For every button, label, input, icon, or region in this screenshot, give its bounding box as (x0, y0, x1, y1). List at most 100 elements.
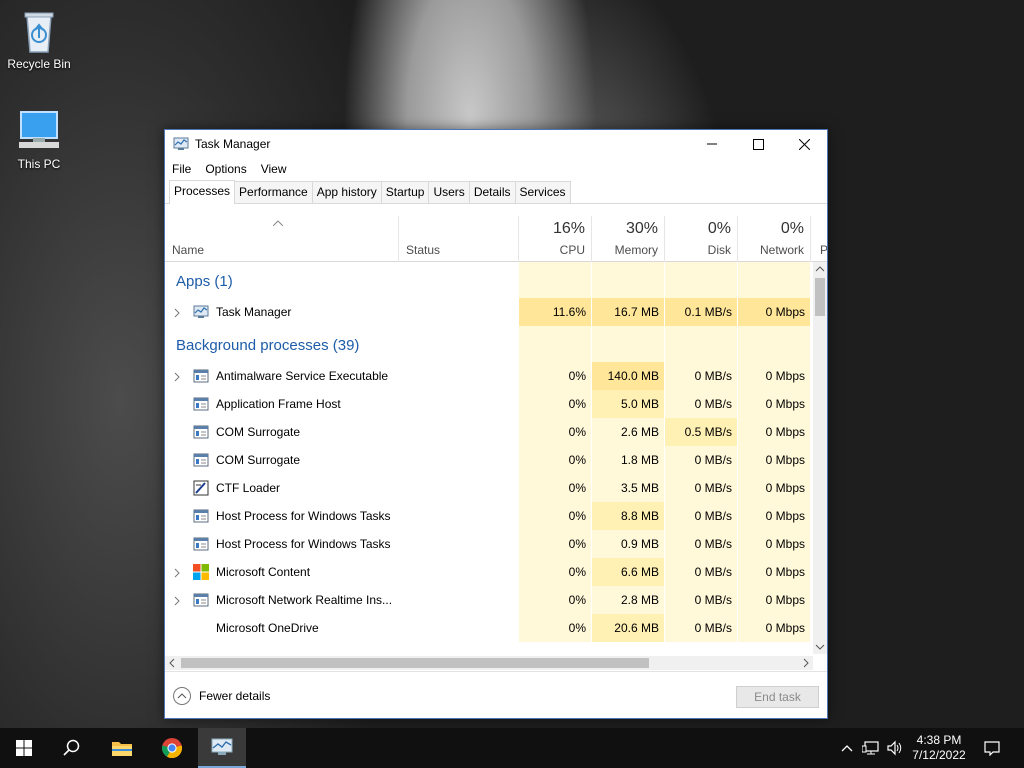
table-row[interactable]: Host Process for Windows Tasks 0% 8.8 MB 0 … (165, 502, 813, 530)
table-row[interactable]: Antimalware Service Executable 0% 140.0 MB… (165, 362, 813, 390)
heat-cell (592, 326, 664, 362)
search-icon (63, 739, 80, 756)
heat-cell (665, 326, 737, 362)
column-label-power-partial: P (820, 243, 827, 257)
expand-chevron-icon[interactable] (174, 558, 180, 586)
process-cpu: 0% (568, 593, 586, 607)
process-network: 0 Mbps (765, 305, 805, 319)
heat-cell (519, 262, 591, 298)
table-row[interactable]: Host Process for Windows Tasks 0% 0.9 MB 0 … (165, 530, 813, 558)
taskbar-clock[interactable]: 4:38 PM 7/12/2022 (906, 733, 972, 763)
process-name: CTF Loader (216, 481, 281, 495)
maximize-icon (752, 138, 764, 150)
chrome-button[interactable] (148, 728, 196, 768)
vertical-scrollbar[interactable] (813, 262, 827, 654)
process-name: COM Surrogate (216, 425, 301, 439)
table-row[interactable]: Task Manager 11.6% 16.7 MB 0.1 MB/s 0 Mbps (165, 298, 813, 326)
service-icon (193, 508, 209, 524)
table-row[interactable]: Microsoft Content 0% 6.6 MB 0 MB/s 0 Mbps (165, 558, 813, 586)
task-manager-taskbar-button[interactable] (198, 728, 246, 768)
column-header-status[interactable]: Status (399, 216, 519, 262)
column-header-network[interactable]: 0% Network (738, 216, 811, 262)
recycle-bin-icon (24, 12, 54, 53)
tab-processes[interactable]: Processes (169, 180, 236, 204)
footer-bar: Fewer details End task (165, 671, 827, 719)
table-row[interactable]: CTF Loader 0% 3.5 MB 0 MB/s 0 Mbps (165, 474, 813, 502)
desktop-icon-recycle-bin[interactable]: Recycle Bin (1, 8, 77, 71)
column-header-power[interactable]: P (811, 216, 827, 262)
process-disk: 0 MB/s (694, 565, 732, 579)
volume-button[interactable] (884, 728, 906, 768)
process-cpu: 0% (568, 565, 586, 579)
process-disk: 0 MB/s (694, 397, 732, 411)
tab-performance[interactable]: Performance (234, 181, 313, 203)
vertical-scroll-thumb[interactable] (815, 278, 825, 316)
menu-file[interactable]: File (172, 162, 191, 176)
search-button[interactable] (48, 728, 96, 768)
table-row[interactable]: Microsoft OneDrive 0% 20.6 MB 0 MB/s 0 Mbps (165, 614, 813, 642)
column-label-name: Name (172, 243, 205, 257)
column-header-memory[interactable]: 30% Memory (592, 216, 665, 262)
ctf-loader-icon (193, 480, 209, 496)
tab-services[interactable]: Services (514, 181, 571, 203)
table-row[interactable]: Microsoft Network Realtime Ins... 0% 2.8 M… (165, 586, 813, 614)
group-title: Apps (1) (176, 273, 233, 290)
title-bar[interactable]: Task Manager (165, 130, 827, 158)
process-name: Application Frame Host (216, 397, 341, 411)
task-manager-icon (211, 738, 233, 755)
expand-chevron-icon[interactable] (174, 362, 180, 390)
process-cpu: 0% (568, 425, 586, 439)
minimize-button[interactable] (689, 130, 735, 158)
process-disk: 0 MB/s (694, 369, 732, 383)
tab-users[interactable]: Users (428, 181, 470, 203)
fewer-details-button[interactable]: Fewer details (173, 687, 270, 705)
network-status-button[interactable] (860, 728, 882, 768)
start-icon (16, 740, 32, 756)
table-header: Name Status 16% CPU 30% Memory 0% Disk 0… (165, 216, 827, 262)
computer-icon (19, 111, 59, 148)
heat-cell (519, 326, 591, 362)
table-row[interactable]: COM Surrogate 0% 2.6 MB 0.5 MB/s 0 Mbps (165, 418, 813, 446)
tab-startup[interactable]: Startup (380, 181, 430, 203)
process-memory: 16.7 MB (614, 305, 659, 319)
table-row[interactable]: COM Surrogate 0% 1.8 MB 0 MB/s 0 Mbps (165, 446, 813, 474)
process-network: 0 Mbps (765, 537, 805, 551)
expand-chevron-icon[interactable] (174, 586, 180, 614)
end-task-button[interactable]: End task (736, 686, 819, 708)
close-button[interactable] (781, 130, 827, 158)
start-button[interactable] (0, 728, 48, 768)
column-label-disk: Disk (707, 243, 731, 257)
process-memory: 2.6 MB (620, 425, 659, 439)
group-header-background[interactable]: Background processes (39) (165, 326, 813, 362)
column-header-name[interactable]: Name (165, 216, 399, 262)
show-hidden-icons-button[interactable] (838, 728, 856, 768)
tab-app-history[interactable]: App history (311, 181, 382, 203)
notifications-button[interactable] (978, 728, 1006, 768)
desktop-icon-this-pc[interactable]: This PC (1, 108, 77, 171)
process-disk: 0 MB/s (694, 509, 732, 523)
maximize-button[interactable] (735, 130, 781, 158)
group-header-apps[interactable]: Apps (1) (165, 262, 813, 298)
task-manager-icon (193, 304, 209, 320)
column-header-cpu[interactable]: 16% CPU (519, 216, 592, 262)
process-name: COM Surrogate (216, 453, 301, 467)
process-disk: 0.5 MB/s (684, 425, 732, 439)
file-explorer-button[interactable] (98, 728, 146, 768)
table-row[interactable]: Application Frame Host 0% 5.0 MB 0 MB/s 0 Mb… (165, 390, 813, 418)
service-icon (193, 396, 209, 412)
process-memory: 0.9 MB (620, 537, 659, 551)
service-icon (193, 592, 209, 608)
clock-date: 7/12/2022 (912, 748, 966, 762)
task-manager-window: Task Manager File Options View Processes… (164, 129, 828, 719)
process-cpu: 11.6% (552, 305, 586, 319)
column-header-disk[interactable]: 0% Disk (665, 216, 738, 262)
process-memory: 6.6 MB (620, 565, 659, 579)
horizontal-scroll-thumb[interactable] (181, 658, 649, 668)
process-network: 0 Mbps (765, 453, 805, 467)
process-cpu: 0% (568, 621, 586, 635)
horizontal-scrollbar[interactable] (165, 656, 813, 670)
tab-details[interactable]: Details (468, 181, 516, 203)
menu-options[interactable]: Options (205, 162, 246, 176)
expand-chevron-icon[interactable] (174, 298, 180, 326)
menu-view[interactable]: View (261, 162, 287, 176)
